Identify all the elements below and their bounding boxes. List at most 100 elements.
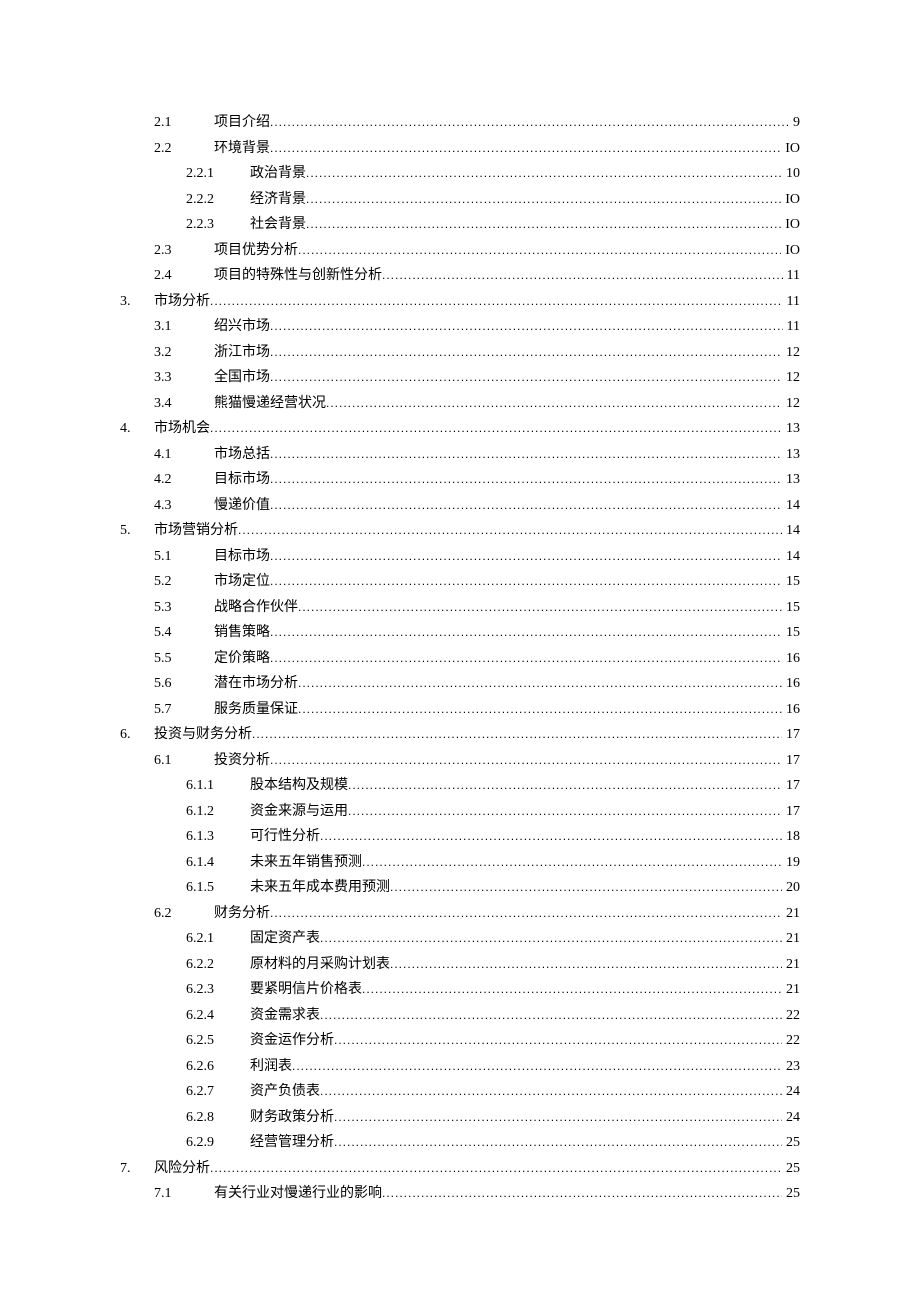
toc-title: 利润表 <box>250 1055 292 1080</box>
toc-number: 3. <box>120 290 154 315</box>
toc-title: 市场机会 <box>154 417 210 442</box>
toc-number: 5.2 <box>154 570 214 595</box>
toc-entry: 3.2浙江市场 12 <box>120 340 800 366</box>
toc-leader-dots <box>270 901 782 926</box>
toc-number: 5. <box>120 519 154 544</box>
toc-entry: 4.2目标市场13 <box>120 467 800 493</box>
toc-leader-dots <box>270 136 781 161</box>
toc-number: 6.2.7 <box>186 1080 250 1105</box>
toc-entry: 6.2.1固定资产表21 <box>120 926 800 952</box>
toc-entry: 6.2.5资金运作分析22 <box>120 1028 800 1054</box>
toc-number: 4.3 <box>154 494 214 519</box>
toc-entry: 6.1投资分析17 <box>120 748 800 774</box>
toc-title: 资金运作分析 <box>250 1029 334 1054</box>
toc-leader-dots <box>292 1054 782 1079</box>
toc-number: 5.7 <box>154 698 214 723</box>
toc-title: 投资分析 <box>214 749 270 774</box>
toc-leader-dots <box>298 595 782 620</box>
toc-page-number: 22 <box>782 1029 800 1054</box>
toc-leader-dots <box>382 263 783 288</box>
toc-page-number: 13 <box>782 468 800 493</box>
toc-entry: 6.2.7资产负债表24 <box>120 1079 800 1105</box>
toc-entry: 3.1绍兴市场11 <box>120 314 800 340</box>
toc-number: 4. <box>120 417 154 442</box>
toc-title: 经济背景 <box>250 188 306 213</box>
toc-page-number: 18 <box>782 825 800 850</box>
toc-page-number: 14 <box>782 519 800 544</box>
toc-page-number: 19 <box>782 851 800 876</box>
toc-title: 市场总括 <box>214 443 270 468</box>
toc-page-number: 21 <box>782 978 800 1003</box>
toc-number: 2.2.3 <box>186 213 250 238</box>
toc-leader-dots <box>270 467 782 492</box>
toc-leader-dots <box>270 620 782 645</box>
toc-leader-dots <box>270 544 782 569</box>
toc-title: 全国市场 <box>214 366 270 391</box>
toc-page-number: 15 <box>782 596 800 621</box>
toc-entry: 5.5定价策略16 <box>120 646 800 672</box>
toc-number: 6.2 <box>154 902 214 927</box>
toc-title: 市场营销分析 <box>154 519 238 544</box>
toc-entry: 6.2财务分析21 <box>120 901 800 927</box>
toc-title: 财务政策分析 <box>250 1106 334 1131</box>
toc-number: 6.2.2 <box>186 953 250 978</box>
toc-number: 2.2 <box>154 137 214 162</box>
toc-title: 可行性分析 <box>250 825 320 850</box>
toc-entry: 5.7服务质量保证16 <box>120 697 800 723</box>
toc-page-number: 25 <box>782 1182 800 1207</box>
toc-leader-dots <box>270 569 782 594</box>
toc-number: 2.3 <box>154 239 214 264</box>
toc-number: 6. <box>120 723 154 748</box>
toc-title: 熊猫慢递经营状况 <box>214 392 326 417</box>
toc-entry: 2.3项目优势分析IO <box>120 238 800 264</box>
toc-leader-dots <box>390 875 782 900</box>
toc-page-number: 12 <box>782 366 800 391</box>
toc-number: 6.1.1 <box>186 774 250 799</box>
toc-entry: 2.2.3社会背景IO <box>120 212 800 238</box>
toc-page-number: IO <box>781 188 800 213</box>
toc-number: 6.1.5 <box>186 876 250 901</box>
toc-title: 未来五年成本费用预测 <box>250 876 390 901</box>
toc-title: 资产负债表 <box>250 1080 320 1105</box>
toc-number: 5.1 <box>154 545 214 570</box>
toc-page-number: 11 <box>783 264 800 289</box>
toc-number: 7.1 <box>154 1182 214 1207</box>
toc-title: 有关行业对慢递行业的影响 <box>214 1182 382 1207</box>
toc-entry: 6.1.1股本结构及规模17 <box>120 773 800 799</box>
toc-page-number: 11 <box>783 315 800 340</box>
toc-number: 3.3 <box>154 366 214 391</box>
toc-title: 市场定位 <box>214 570 270 595</box>
toc-entry: 6.1.4未来五年销售预测19 <box>120 850 800 876</box>
toc-number: 6.1.3 <box>186 825 250 850</box>
toc-page-number: 16 <box>782 672 800 697</box>
toc-entry: 2.2.1政治背景10 <box>120 161 800 187</box>
toc-page-number: 10 <box>782 162 800 187</box>
toc-page-number: 17 <box>782 774 800 799</box>
toc-entry: 2.2.2经济背景IO <box>120 187 800 213</box>
toc-page-number: 15 <box>782 621 800 646</box>
toc-number: 3.2 <box>154 341 214 366</box>
toc-leader-dots <box>382 1181 782 1206</box>
toc-title: 目标市场 <box>214 468 270 493</box>
toc-entry: 6.1.2资金来源与运用17 <box>120 799 800 825</box>
toc-leader-dots <box>270 493 782 518</box>
toc-number: 2.1 <box>154 111 214 136</box>
toc-entry: 2.4项目的特殊性与创新性分析11 <box>120 263 800 289</box>
toc-title: 社会背景 <box>250 213 306 238</box>
toc-entry: 3.市场分析 11 <box>120 289 800 315</box>
toc-entry: 5.4销售策略15 <box>120 620 800 646</box>
toc-page-number: 25 <box>782 1157 800 1182</box>
toc-page-number: IO <box>781 137 800 162</box>
toc-leader-dots <box>348 799 782 824</box>
toc-number: 6.2.3 <box>186 978 250 1003</box>
toc-title: 潜在市场分析 <box>214 672 298 697</box>
toc-entry: 6.2.6利润表23 <box>120 1054 800 1080</box>
toc-title: 战略合作伙伴 <box>214 596 298 621</box>
table-of-contents: 2.1项目介绍92.2环境背景IO2.2.1政治背景102.2.2经济背景IO2… <box>120 110 800 1207</box>
toc-page-number: 24 <box>782 1106 800 1131</box>
toc-number: 6.1 <box>154 749 214 774</box>
toc-title: 浙江市场 <box>214 341 270 366</box>
toc-title: 原材料的月采购计划表 <box>250 953 390 978</box>
toc-page-number: 12 <box>782 341 800 366</box>
toc-title: 财务分析 <box>214 902 270 927</box>
